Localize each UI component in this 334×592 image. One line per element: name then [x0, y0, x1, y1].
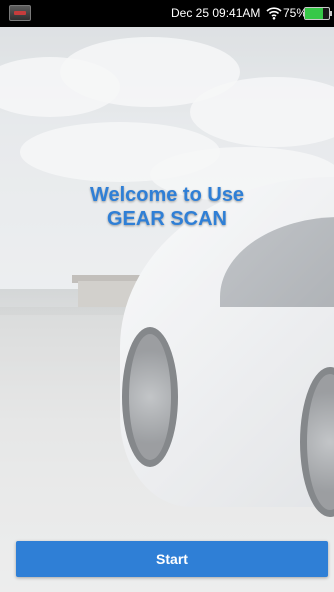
welcome-screen: Dec 25 09:41AM 75% Welcome to Use GEAR S…	[0, 0, 334, 592]
battery-icon	[304, 7, 330, 20]
battery-tip	[330, 11, 332, 16]
welcome-title: Welcome to Use GEAR SCAN	[0, 183, 334, 231]
battery-level-fill	[305, 8, 323, 19]
background-overlay	[0, 27, 334, 592]
background-car-photo	[0, 27, 334, 592]
welcome-line-2: GEAR SCAN	[106, 208, 227, 230]
welcome-line-1: Welcome to Use	[89, 184, 245, 206]
app-icon	[9, 5, 31, 21]
start-button[interactable]: Start	[16, 541, 328, 577]
status-bar: Dec 25 09:41AM 75%	[0, 0, 334, 27]
status-datetime: Dec 25 09:41AM	[171, 6, 261, 20]
wifi-icon	[266, 7, 282, 20]
